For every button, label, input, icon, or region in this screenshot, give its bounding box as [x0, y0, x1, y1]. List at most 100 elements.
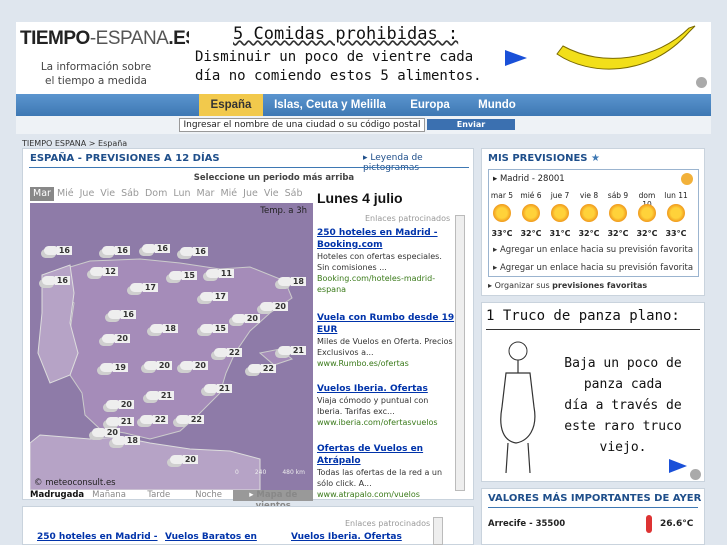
temp-marker[interactable]: 18	[150, 321, 178, 335]
divider	[29, 167, 469, 168]
search-input[interactable]: Ingresar el nombre de una ciudad o su có…	[179, 118, 425, 132]
breadcrumb: TIEMPO ESPANA > España	[22, 139, 128, 148]
bottom-ads-scrollbar[interactable]	[433, 517, 443, 545]
day-tab[interactable]: Vie	[261, 187, 282, 201]
forecast-day: lun 11	[664, 191, 688, 200]
time-option[interactable]: Madrugada	[30, 490, 84, 501]
temp-marker[interactable]: 20	[106, 397, 134, 411]
time-option[interactable]: Tarde	[134, 490, 184, 501]
day-tab[interactable]: Vie	[97, 187, 118, 201]
temp-marker[interactable]: 18	[278, 274, 306, 288]
favorite-city[interactable]: ▸ Madrid - 28001	[493, 174, 565, 184]
tab-mundo[interactable]: Mundo	[468, 94, 526, 116]
favorite-forecast-box: ▸ Madrid - 28001 mar 5 mié 6 jue 7 vie 8…	[488, 169, 699, 277]
my-forecasts-panel: MIS PREVISIONES ★ ▸ Madrid - 28001 mar 5…	[481, 148, 705, 296]
temp-marker[interactable]: 20	[102, 331, 130, 345]
forecast-title: ESPAÑA - PREVISIONES A 12 DÍAS	[30, 153, 220, 164]
day-tab[interactable]: Sáb	[282, 187, 306, 201]
sponsored-ad[interactable]: Vuelos Iberia. Ofertas	[291, 532, 402, 542]
add-favorite-link[interactable]: ▸ Agregar un enlace hacia su previsión f…	[493, 245, 693, 255]
temp-marker[interactable]: 15	[200, 321, 228, 335]
temp-marker[interactable]: 22	[214, 345, 242, 359]
site-logo[interactable]: TIEMPO-ESPANA.ES	[20, 28, 198, 50]
sponsored-ad[interactable]: Vuelos Baratos en	[165, 532, 257, 542]
send-button[interactable]: Enviar	[427, 119, 515, 130]
ads-scrollbar[interactable]	[455, 215, 465, 491]
forecast-temp: 31°C	[549, 229, 571, 238]
ad-info-icon[interactable]	[690, 469, 701, 480]
forecast-day: vie 8	[579, 191, 599, 200]
organize-favorites[interactable]: ▸ Organizar sus previsiones favoritas	[488, 281, 647, 290]
sun-icon	[609, 204, 627, 222]
day-tab[interactable]: Lun	[170, 187, 193, 201]
star-icon: ★	[591, 153, 600, 164]
temp-marker[interactable]: 17	[200, 289, 228, 303]
temp-marker[interactable]: 22	[140, 412, 168, 426]
temp-marker[interactable]: 15	[169, 268, 197, 282]
temp-marker[interactable]: 19	[100, 360, 128, 374]
day-tab[interactable]: Mié	[54, 187, 77, 201]
day-tab[interactable]: Jue	[77, 187, 98, 201]
temp-marker[interactable]: 22	[176, 412, 204, 426]
sponsored-ad[interactable]: 250 hoteles en Madrid - Booking.com Hote…	[317, 227, 455, 295]
temp-marker[interactable]: 22	[248, 361, 276, 375]
temp-marker[interactable]: 16	[180, 244, 208, 258]
temp-marker[interactable]: 21	[278, 343, 306, 357]
top-banner-ad[interactable]: 5 Comidas prohibidas : Disminuir un poco…	[189, 22, 711, 92]
banana-image	[556, 25, 696, 70]
forecast-day: mié 6	[520, 191, 542, 200]
play-arrow-icon	[669, 459, 687, 473]
temp-marker[interactable]: 12	[90, 264, 118, 278]
wind-map-button[interactable]: ▸ Mapa de vientos	[233, 490, 314, 511]
day-selector: Mar Mié Jue Vie Sáb Dom Lun Mar Mié Jue …	[30, 187, 306, 201]
temp-marker[interactable]: 16	[108, 307, 136, 321]
time-option[interactable]: Noche	[184, 490, 234, 501]
temp-marker[interactable]: 17	[130, 280, 158, 294]
side-banner-ad[interactable]: 1 Truco de panza plano: Baja un poco de …	[481, 302, 705, 482]
temp-marker[interactable]: 18	[112, 433, 140, 447]
divider	[486, 329, 700, 330]
forecast-temp: 33°C	[665, 229, 687, 238]
top-ad-line1: Disminuir un poco de vientre cada	[195, 49, 474, 65]
weather-map[interactable]: Temp. a 3h 16 16 16 16 16 12 17 15 11 17…	[30, 203, 313, 490]
day-tab[interactable]: Dom	[142, 187, 170, 201]
temp-marker[interactable]: 16	[44, 243, 72, 257]
tab-europa[interactable]: Europa	[400, 94, 460, 116]
temp-marker[interactable]: 21	[204, 381, 232, 395]
temp-marker[interactable]: 20	[180, 358, 208, 372]
time-option[interactable]: Mañana	[84, 490, 134, 501]
forecast-date: Lunes 4 julio	[317, 190, 403, 206]
day-tab[interactable]: Mar	[30, 187, 54, 201]
temp-label: Temp. a 3h	[260, 206, 307, 216]
sponsored-ad[interactable]: Vuela con Rumbo desde 19 EUR Miles de Vu…	[317, 312, 455, 369]
temp-marker[interactable]: 20	[260, 299, 288, 313]
temp-marker[interactable]: 21	[146, 388, 174, 402]
temp-marker[interactable]: 11	[206, 266, 234, 280]
temp-marker[interactable]: 20	[232, 311, 260, 325]
sponsored-ad[interactable]: 250 hoteles en Madrid -	[37, 532, 158, 542]
sponsored-ad[interactable]: Ofertas de Vuelos en Atrápalo Todas las …	[317, 443, 455, 500]
day-tab[interactable]: Mié	[217, 187, 240, 201]
play-arrow-icon	[505, 50, 527, 66]
forecast-temp: 32°C	[578, 229, 600, 238]
day-tab[interactable]: Mar	[194, 187, 218, 201]
sun-icon	[551, 204, 569, 222]
top-ad-title: 5 Comidas prohibidas :	[233, 24, 459, 44]
tab-espana[interactable]: España	[199, 94, 263, 116]
temp-marker[interactable]: 16	[42, 273, 70, 287]
temp-marker[interactable]: 20	[170, 452, 198, 466]
temp-marker[interactable]: 16	[102, 243, 130, 257]
day-tab[interactable]: Jue	[240, 187, 261, 201]
sponsored-ad[interactable]: Vuelos Iberia. Ofertas Viaja cómodo y pu…	[317, 383, 455, 428]
sun-icon	[667, 204, 685, 222]
add-favorite-link[interactable]: ▸ Agregar un enlace hacia su previsión f…	[493, 263, 693, 273]
legend-link[interactable]: ▸ Leyenda de pictogramas	[363, 153, 473, 173]
forecast-temp: 32°C	[607, 229, 629, 238]
temp-marker[interactable]: 20	[144, 358, 172, 372]
ad-info-icon[interactable]	[696, 77, 707, 88]
day-tab[interactable]: Sáb	[118, 187, 142, 201]
temp-marker[interactable]: 16	[142, 241, 170, 255]
sun-icon	[580, 204, 598, 222]
tab-islas[interactable]: Islas, Ceuta y Melilla	[272, 94, 388, 116]
sun-icon	[681, 173, 693, 185]
